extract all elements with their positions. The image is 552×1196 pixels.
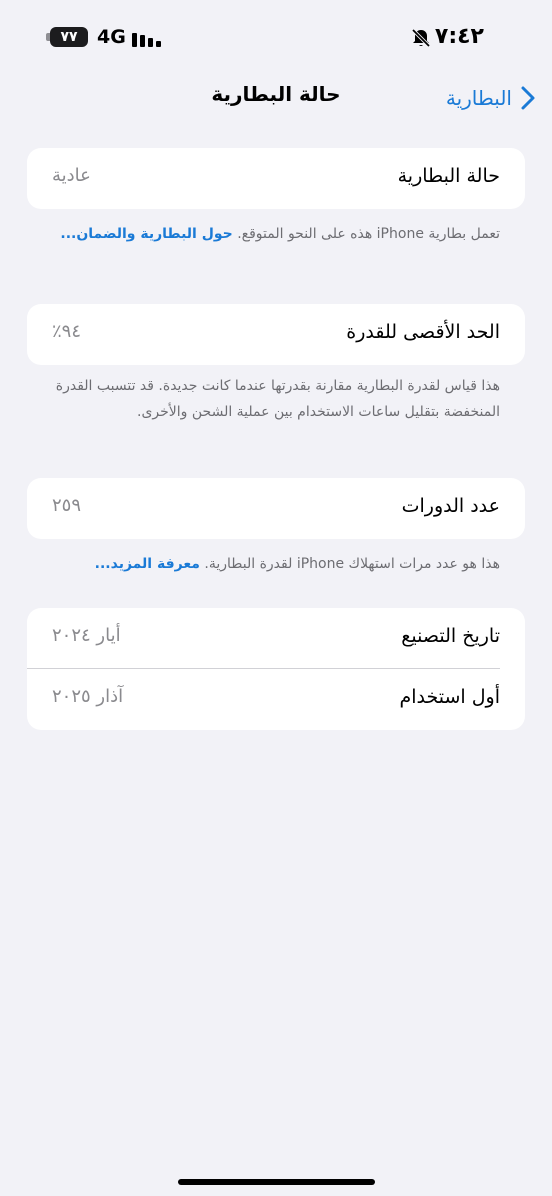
battery-health-value: عادية xyxy=(52,165,91,186)
manufacture-date-row: تاريخ التصنيع أيار ٢٠٢٤ xyxy=(27,608,525,669)
manufacture-date-value: أيار ٢٠٢٤ xyxy=(52,625,121,646)
battery-health-card: حالة البطارية عادية xyxy=(27,148,525,209)
maximum-capacity-label: الحد الأقصى للقدرة xyxy=(346,321,500,343)
learn-more-link[interactable]: معرفة المزيد... xyxy=(95,556,200,572)
cycle-count-note-text: هذا هو عدد مرات استهلاك iPhone لقدرة الب… xyxy=(204,556,500,572)
maximum-capacity-card: الحد الأقصى للقدرة ٩٤٪ xyxy=(27,304,525,365)
chevron-right-icon xyxy=(521,86,535,110)
first-use-row: أول استخدام آذار ٢٠٢٥ xyxy=(27,669,525,730)
cycle-count-label: عدد الدورات xyxy=(401,495,500,517)
battery-icon: ٧٧ xyxy=(50,27,88,47)
battery-warranty-link[interactable]: حول البطارية والضمان... xyxy=(60,226,232,242)
cycle-count-card: عدد الدورات ٢٥٩ xyxy=(27,478,525,539)
battery-nub xyxy=(46,33,50,41)
navigation-bar: حالة البطارية البطارية xyxy=(0,80,552,116)
dates-card: تاريخ التصنيع أيار ٢٠٢٤ أول استخدام آذار… xyxy=(27,608,525,730)
battery-health-label: حالة البطارية xyxy=(397,165,500,187)
clock: ٧:٤٢ xyxy=(434,24,484,49)
bell-slash-icon xyxy=(411,28,431,48)
first-use-label: أول استخدام xyxy=(399,686,500,708)
battery-health-row: حالة البطارية عادية xyxy=(27,148,525,209)
network-type: 4G xyxy=(97,26,126,48)
manufacture-date-label: تاريخ التصنيع xyxy=(401,625,500,647)
cycle-count-value: ٢٥٩ xyxy=(52,495,82,516)
home-indicator[interactable] xyxy=(178,1179,375,1185)
cycle-count-row: عدد الدورات ٢٥٩ xyxy=(27,478,525,539)
battery-health-note-text: تعمل بطارية iPhone هذه على النحو المتوقع… xyxy=(237,226,500,242)
signal-bars-icon xyxy=(132,33,161,47)
back-button[interactable]: البطارية xyxy=(446,80,536,116)
battery-health-note: تعمل بطارية iPhone هذه على النحو المتوقع… xyxy=(55,221,500,247)
maximum-capacity-row: الحد الأقصى للقدرة ٩٤٪ xyxy=(27,304,525,365)
maximum-capacity-note: هذا قياس لقدرة البطارية مقارنة بقدرتها ع… xyxy=(55,378,500,420)
cycle-count-note: هذا هو عدد مرات استهلاك iPhone لقدرة الب… xyxy=(55,551,500,577)
status-bar: ٧٧ 4G ٧:٤٢ xyxy=(0,22,552,54)
back-button-label: البطارية xyxy=(445,86,512,110)
maximum-capacity-value: ٩٤٪ xyxy=(52,321,82,342)
battery-level: ٧٧ xyxy=(60,29,78,45)
first-use-value: آذار ٢٠٢٥ xyxy=(52,686,124,707)
